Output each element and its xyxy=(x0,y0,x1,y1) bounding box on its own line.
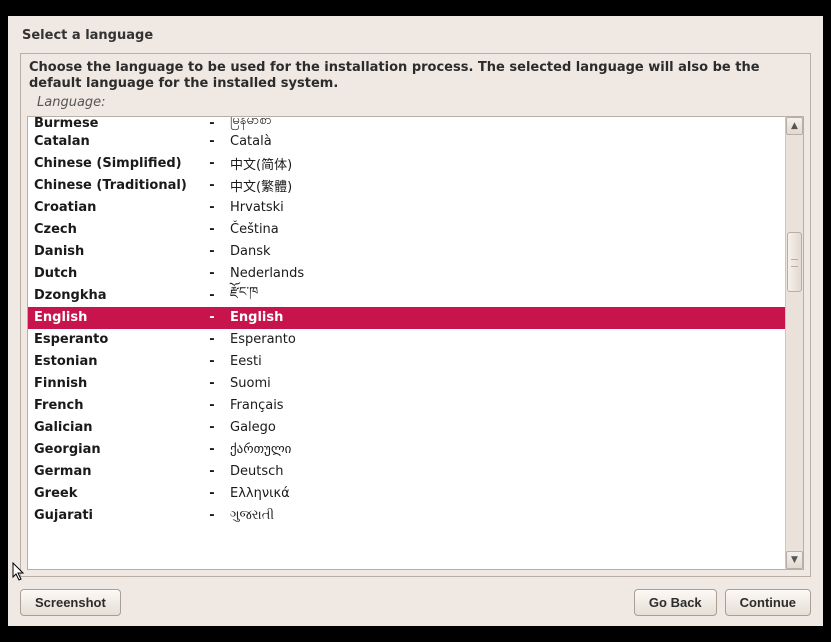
installer-window: Select a language Choose the language to… xyxy=(8,16,823,626)
separator: - xyxy=(194,464,230,479)
separator: - xyxy=(194,134,230,149)
language-english-name: Danish xyxy=(34,244,194,259)
separator: - xyxy=(194,222,230,237)
screenshot-button[interactable]: Screenshot xyxy=(20,589,121,616)
language-english-name: Chinese (Traditional) xyxy=(34,178,194,193)
language-english-name: Finnish xyxy=(34,376,194,391)
instructions-text: Choose the language to be used for the i… xyxy=(21,54,810,95)
language-row[interactable]: Esperanto-Esperanto xyxy=(28,329,785,351)
language-english-name: Greek xyxy=(34,486,194,501)
language-english-name: Catalan xyxy=(34,134,194,149)
language-row[interactable]: Finnish-Suomi xyxy=(28,373,785,395)
language-native-name: རྫོང་ཁ xyxy=(230,277,258,314)
language-row[interactable]: Chinese (Traditional)-中文(繁體) xyxy=(28,175,785,197)
language-native-name: Galego xyxy=(230,420,276,435)
language-native-name: English xyxy=(230,310,283,325)
separator: - xyxy=(194,288,230,303)
separator: - xyxy=(194,117,230,131)
language-native-name: ગુજરાતી xyxy=(230,508,274,523)
separator: - xyxy=(194,244,230,259)
language-native-name: မြန်မာစာ xyxy=(230,117,272,131)
language-row[interactable]: English-English xyxy=(28,307,785,329)
language-english-name: Galician xyxy=(34,420,194,435)
separator: - xyxy=(194,354,230,369)
language-row[interactable]: Croatian-Hrvatski xyxy=(28,197,785,219)
language-english-name: English xyxy=(34,310,194,325)
language-english-name: Gujarati xyxy=(34,508,194,523)
content-frame: Choose the language to be used for the i… xyxy=(20,53,811,577)
language-label: Language: xyxy=(21,95,810,114)
continue-button[interactable]: Continue xyxy=(725,589,811,616)
language-row[interactable]: Dutch-Nederlands xyxy=(28,263,785,285)
language-row[interactable]: French-Français xyxy=(28,395,785,417)
language-row[interactable]: German-Deutsch xyxy=(28,461,785,483)
language-native-name: Čeština xyxy=(230,222,279,237)
separator: - xyxy=(194,486,230,501)
language-native-name: Français xyxy=(230,398,284,413)
separator: - xyxy=(194,200,230,215)
go-back-button[interactable]: Go Back xyxy=(634,589,717,616)
language-row[interactable]: Galician-Galego xyxy=(28,417,785,439)
language-row[interactable]: Gujarati-ગુજરાતી xyxy=(28,505,785,527)
language-native-name: ქართული xyxy=(230,442,291,457)
language-english-name: Georgian xyxy=(34,442,194,457)
separator: - xyxy=(194,310,230,325)
language-native-name: Deutsch xyxy=(230,464,284,479)
separator: - xyxy=(194,178,230,193)
separator: - xyxy=(194,398,230,413)
separator: - xyxy=(194,332,230,347)
language-native-name: Hrvatski xyxy=(230,200,284,215)
language-native-name: Català xyxy=(230,134,272,149)
language-english-name: Burmese xyxy=(34,117,194,131)
language-native-name: Suomi xyxy=(230,376,271,391)
scroll-thumb[interactable] xyxy=(787,232,802,292)
language-row[interactable]: Estonian-Eesti xyxy=(28,351,785,373)
language-english-name: Dzongkha xyxy=(34,288,194,303)
language-list[interactable]: Burmese-မြန်မာစာCatalan-CatalàChinese (S… xyxy=(28,117,785,570)
separator: - xyxy=(194,376,230,391)
language-native-name: Ελληνικά xyxy=(230,486,290,501)
language-native-name: 中文(简体) xyxy=(230,154,292,173)
language-row[interactable]: Catalan-Català xyxy=(28,131,785,153)
language-native-name: Esperanto xyxy=(230,332,296,347)
language-row[interactable]: Danish-Dansk xyxy=(28,241,785,263)
language-english-name: Dutch xyxy=(34,266,194,281)
scroll-down-button[interactable]: ▼ xyxy=(786,551,803,569)
language-english-name: French xyxy=(34,398,194,413)
separator: - xyxy=(194,420,230,435)
separator: - xyxy=(194,266,230,281)
language-english-name: Czech xyxy=(34,222,194,237)
separator: - xyxy=(194,156,230,171)
language-row[interactable]: Dzongkha-རྫོང་ཁ xyxy=(28,285,785,307)
language-native-name: Eesti xyxy=(230,354,262,369)
language-row[interactable]: Greek-Ελληνικά xyxy=(28,483,785,505)
language-row[interactable]: Czech-Čeština xyxy=(28,219,785,241)
scroll-up-button[interactable]: ▲ xyxy=(786,117,803,135)
language-english-name: Croatian xyxy=(34,200,194,215)
scrollbar[interactable]: ▲ ▼ xyxy=(785,117,803,570)
separator: - xyxy=(194,508,230,523)
separator: - xyxy=(194,442,230,457)
language-row[interactable]: Burmese-မြန်မာစာ xyxy=(28,117,785,131)
language-list-container: Burmese-မြန်မာစာCatalan-CatalàChinese (S… xyxy=(27,116,804,571)
language-row[interactable]: Georgian-ქართული xyxy=(28,439,785,461)
language-row[interactable]: Chinese (Simplified)-中文(简体) xyxy=(28,153,785,175)
language-english-name: Chinese (Simplified) xyxy=(34,156,194,171)
language-english-name: Estonian xyxy=(34,354,194,369)
page-title: Select a language xyxy=(8,24,823,53)
language-native-name: Dansk xyxy=(230,244,271,259)
language-english-name: German xyxy=(34,464,194,479)
language-native-name: 中文(繁體) xyxy=(230,176,292,195)
footer: Screenshot Go Back Continue xyxy=(8,585,823,626)
language-english-name: Esperanto xyxy=(34,332,194,347)
